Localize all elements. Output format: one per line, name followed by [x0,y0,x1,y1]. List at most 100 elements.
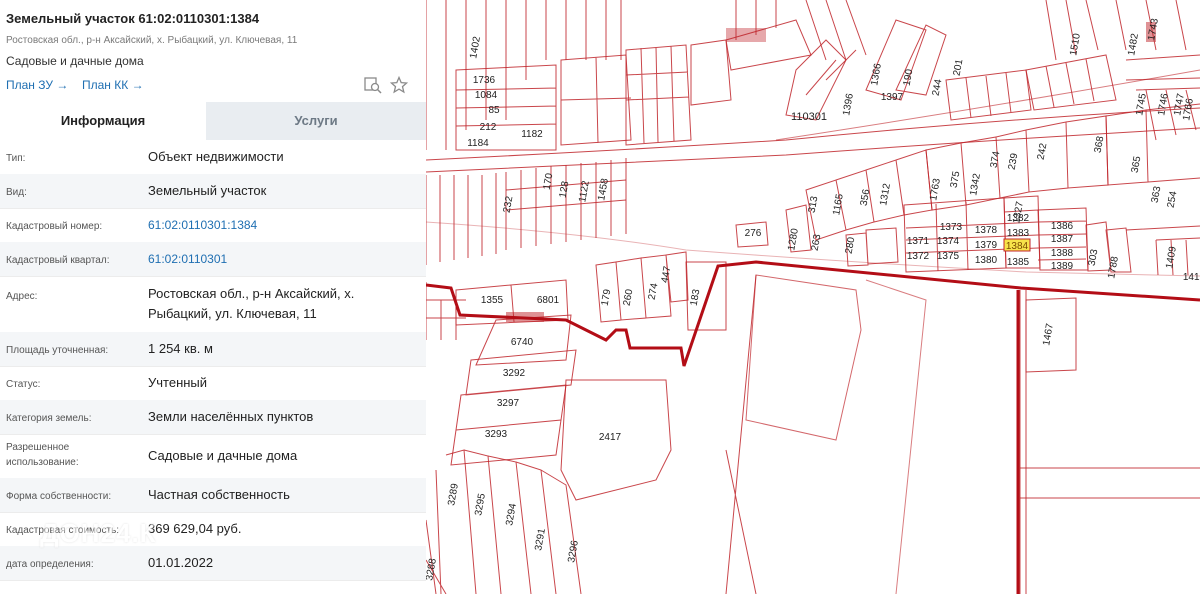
parcel-label: 1122 [577,180,592,204]
parcel-label: 6801 [537,295,560,306]
row-label: Адрес: [6,291,38,302]
parcel-label: 1788 [1106,255,1121,279]
plan-kk-link[interactable]: План КК → [82,78,144,92]
parcel-label: 239 [1007,152,1021,171]
parcel-label: 232 [502,195,516,214]
parcel-label: 1745 [1134,92,1149,116]
table-row: Статус: Учтенный [0,366,426,401]
parcel-label: 303 [1087,248,1101,267]
parcel-label: 1417 [1183,272,1200,283]
row-label: Тип: [6,153,26,164]
parcel-label: 1355 [481,295,504,306]
map-canvas[interactable]: 1371 13741373 13781382137913831372 1375 1380… [426,0,1200,594]
parcel-label: 363 [1150,185,1164,204]
parcel-label: 3289 [446,482,461,506]
parcel-label: 1388 [1051,248,1074,259]
parcel-label: 1312 [878,182,893,206]
parcel-label: 1084 [475,90,498,101]
parcel-label: 3291 [533,527,548,551]
parcel-label: 3296 [566,539,581,563]
parcel-label: 276 [745,228,762,239]
table-row: Вид: Земельный участок [0,174,426,209]
parcel-label: 368 [1093,135,1107,154]
row-value: Ростовская обл., р-н Аксайский, х. Рыбац… [148,286,355,321]
row-label: Категория земель: [6,413,92,424]
parcel-label: 1373 [940,222,963,233]
parcel-label: 6740 [511,337,534,348]
parcel-label: 212 [480,122,497,133]
parcel-label: 1372 [907,251,930,262]
parcel-label: 263 [810,233,824,252]
parcel-label: 356 [859,188,873,207]
table-row: Разрешенное использование: Садовые и дач… [0,434,426,479]
parcel-label: 1383 [1007,228,1030,239]
parcel-label: 1763 [928,177,943,201]
parcel-use: Садовые и дачные дома [6,54,144,68]
parcel-label: 1467 [1041,322,1056,346]
parcel-label: 1374 [937,236,960,247]
table-row: дата определения: 01.01.2022 [0,546,426,581]
parcel-label: 1378 [975,225,998,236]
parcel-label: 1182 [521,129,543,140]
parcel-fills [506,22,1156,322]
table-row: Адрес: Ростовская обл., р-н Аксайский, х… [0,276,426,333]
row-value: Учтенный [148,375,208,390]
parcel-label: 1510 [1068,32,1083,56]
parcel-label: 183 [689,288,703,307]
row-value: Объект недвижимости [148,149,284,164]
row-value: Земельный участок [148,183,267,198]
parcel-label: 1385 [1007,257,1030,268]
parcel-label: 1736 [473,75,496,86]
parcel-title: Земельный участок 61:02:0110301:1384 [6,11,260,26]
parcel-label: 1165 [831,193,846,217]
watermark-logo: ДОН24.К [40,518,157,548]
row-value: Частная собственность [148,487,290,502]
parcel-label: 1371 [907,236,930,247]
table-row: Форма собственности: Частная собственнос… [0,478,426,513]
parcel-address: Ростовская обл., р-н Аксайский, х. Рыбац… [6,35,298,46]
parcel-label: 179 [600,288,614,307]
parcel-label: 1458 [596,177,611,201]
parcel-label: 3292 [503,368,526,379]
table-row: Кадастровый номер: 61:02:0110301:1384 [0,208,426,243]
parcel-label: 260 [622,288,636,307]
parcel-label: 1342 [968,172,983,196]
row-label: дата определения: [6,559,94,570]
row-value: 369 629,04 руб. [148,521,242,536]
parcel-label: 365 [1130,155,1144,174]
info-panel: Земельный участок 61:02:0110301:1384 Рос… [0,0,427,594]
parcel-label: 274 [647,282,661,301]
row-label: Кадастровый квартал: [6,255,110,266]
parcel-label: 1409 [1164,245,1179,269]
tab-information[interactable]: Информация [0,102,206,140]
row-value: 01.01.2022 [148,555,214,570]
search-on-map-icon[interactable] [364,76,382,94]
parcel-label: 244 [931,78,945,97]
parcel-label: 1184 [467,138,489,149]
parcel-label: 280 [844,236,858,255]
parcel-label: 1375 [937,251,960,262]
cadastral-map[interactable]: 1371 1374 1373 1378 1382 1379 1383 1372 1375 1380… [426,0,1200,594]
row-value: Земли населённых пунктов [148,409,314,424]
parcel-label: 1389 [1051,261,1074,272]
parcel-label: 85 [488,105,500,116]
parcel-label: 242 [1036,142,1050,161]
parcel-label: 374 [989,150,1003,169]
parcel-label: 201 [952,58,966,77]
row-label: Статус: [6,379,41,390]
row-label: Площадь уточненная: [6,345,109,356]
quarter-label: 110301 [791,111,827,123]
tab-services[interactable]: Услуги [206,102,426,140]
parcel-label: 3294 [504,502,519,526]
star-icon[interactable] [389,75,409,94]
cadastral-quarter-link[interactable]: 61:02:0110301 [148,249,418,269]
parcel-label: 128 [558,180,572,199]
row-value: Садовые и дачные дома [148,448,298,463]
row-value: 1 254 кв. м [148,341,213,356]
parcel-label: 190 [902,68,916,87]
parcel-label: 1397 [881,92,904,103]
cadastral-number-link[interactable]: 61:02:0110301:1384 [148,215,418,235]
plan-zu-link[interactable]: План ЗУ → [6,78,68,92]
parcel-label: 1482 [1126,32,1141,56]
table-row: Кадастровый квартал: 61:02:0110301 [0,242,426,277]
